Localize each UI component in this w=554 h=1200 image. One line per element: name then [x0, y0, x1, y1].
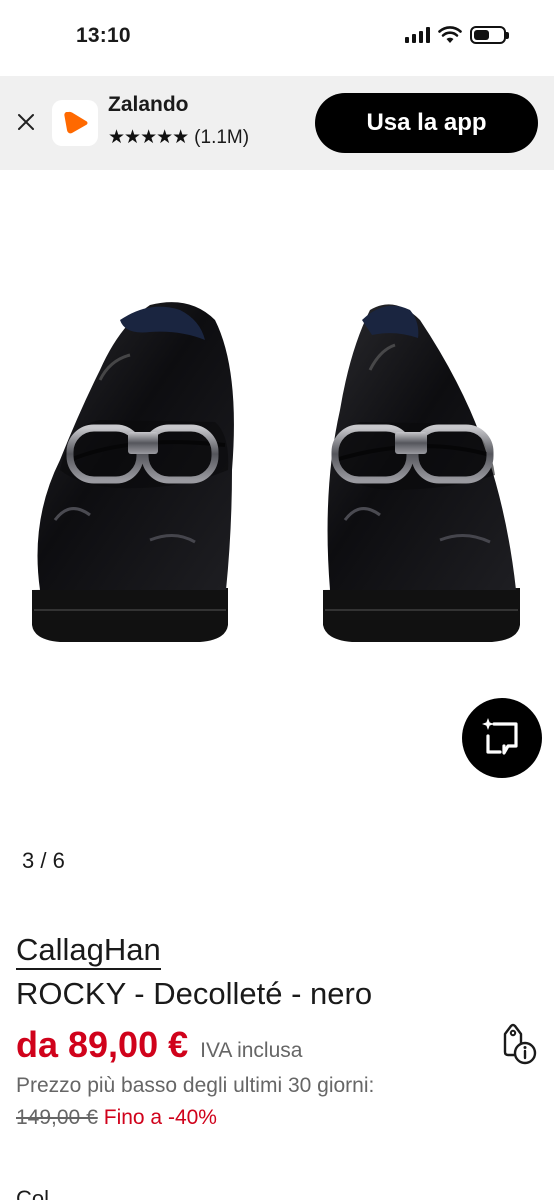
- app-install-banner: Zalando ★★★★★ (1.1M) Usa la app: [0, 76, 554, 170]
- original-price: 149,00 €: [16, 1106, 98, 1129]
- app-name: Zalando: [108, 93, 189, 116]
- wifi-icon: [438, 26, 462, 43]
- discount-badge: Fino a -40%: [103, 1106, 217, 1129]
- close-icon[interactable]: [14, 110, 38, 134]
- price-tag-info-icon[interactable]: [496, 1022, 538, 1066]
- next-section-label: Col: [16, 1186, 50, 1200]
- status-icons: [405, 26, 509, 44]
- vat-note: IVA inclusa: [200, 1039, 303, 1062]
- virtual-try-on-button[interactable]: [462, 698, 542, 778]
- old-price-row: 149,00 € Fino a -40%: [16, 1106, 217, 1130]
- cellular-signal-icon: [405, 27, 430, 43]
- product-image-gallery[interactable]: [0, 170, 554, 820]
- open-app-button[interactable]: Usa la app: [315, 93, 538, 153]
- gallery-page-counter: 3 / 6: [22, 848, 65, 873]
- status-time: 13:10: [76, 24, 131, 47]
- lowest-price-note: Prezzo più basso degli ultimi 30 giorni:: [16, 1074, 375, 1097]
- current-price: da 89,00 €: [16, 1024, 189, 1065]
- status-bar: 13:10: [0, 0, 554, 76]
- zalando-logo: [52, 100, 98, 146]
- zalando-logo-icon: [64, 111, 88, 134]
- right-shoe: [323, 304, 520, 642]
- product-title: ROCKY - Decolleté - nero: [16, 976, 373, 1011]
- price-row: da 89,00 € IVA inclusa: [16, 1024, 302, 1066]
- rating-count: (1.1M): [194, 126, 250, 148]
- star-rating-icon: ★★★★★: [108, 127, 189, 148]
- battery-icon: [470, 26, 509, 44]
- brand-link[interactable]: CallagHan: [16, 932, 161, 970]
- sparkle-frame-icon: [482, 718, 518, 755]
- left-shoe: [32, 302, 234, 642]
- app-rating: ★★★★★ (1.1M): [108, 126, 249, 149]
